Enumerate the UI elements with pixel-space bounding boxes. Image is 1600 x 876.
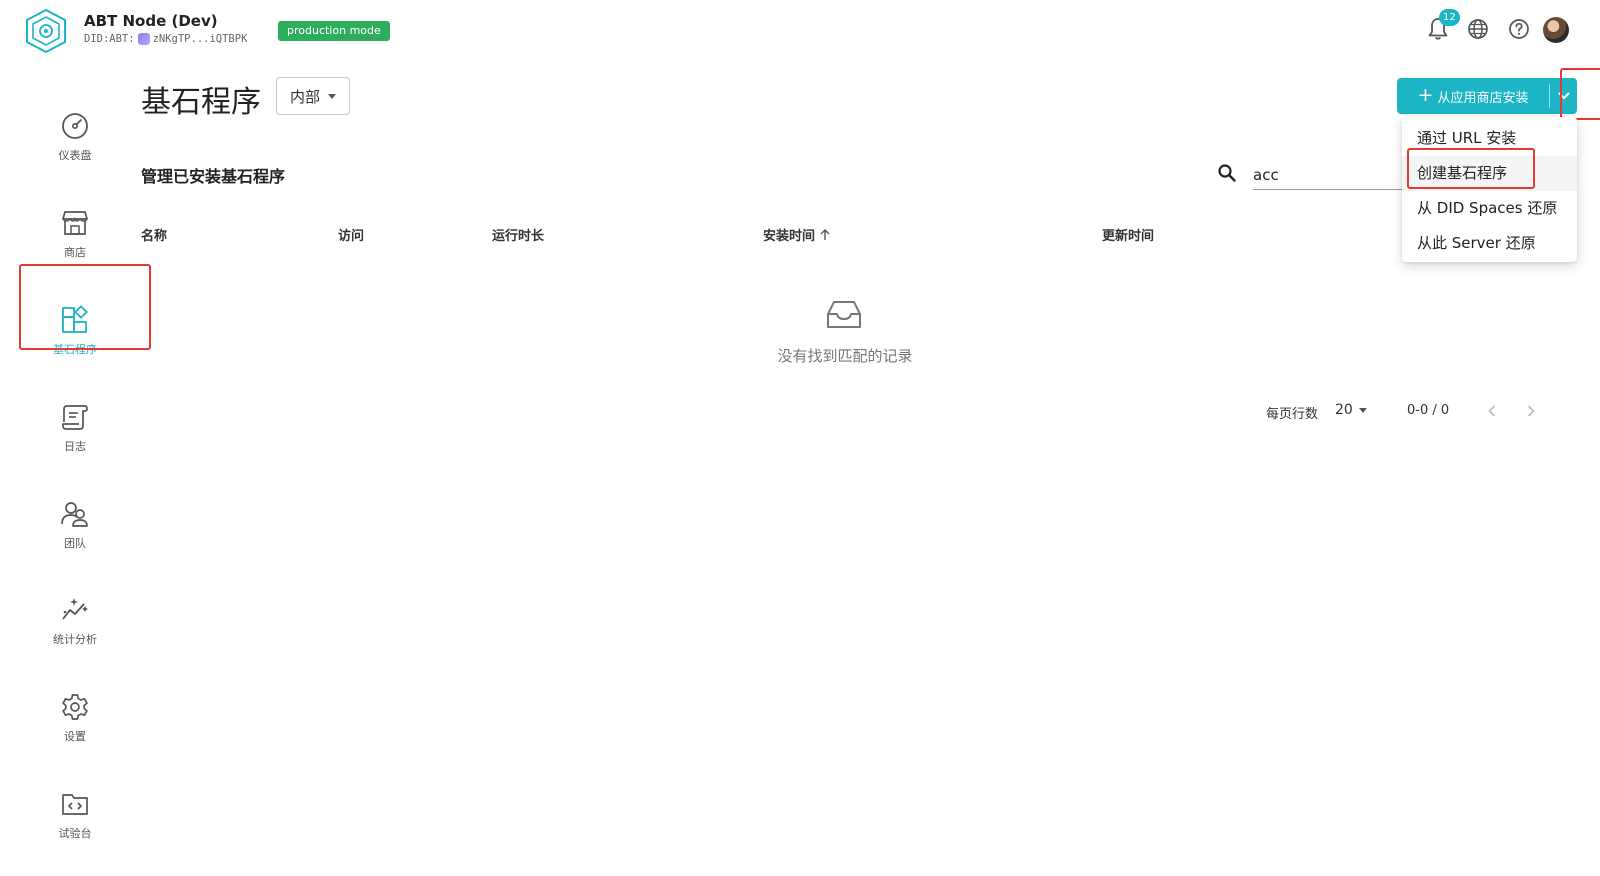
sidebar-item-label: 设置 [64,730,86,743]
menu-item-restore-from-did-spaces[interactable]: 从 DID Spaces 还原 [1402,191,1577,226]
analytics-sparkle-icon [62,598,88,620]
caret-down-icon [1358,407,1367,413]
did-avatar-icon [137,33,150,45]
pagination-range: 0-0 / 0 [1407,403,1450,418]
sidebar-item-label: 团队 [64,537,86,550]
column-header-name[interactable]: 名称 [141,225,167,244]
install-button-group: + 从应用商店安装 [1397,78,1577,114]
app-title: ABT Node (Dev) [84,12,218,30]
app-header: ABT Node (Dev) DID:ABT: zNKgTP...iQTBPK … [0,0,1600,64]
sidebar-item-label: 日志 [64,440,86,453]
sidebar-item-label: 仪表盘 [58,149,92,162]
section-title: 管理已安装基石程序 [141,167,286,186]
settings-gear-icon [62,694,88,720]
column-header-update-time[interactable]: 更新时间 [1102,225,1154,244]
rows-per-page-select[interactable]: 20 [1335,402,1367,418]
empty-state-text: 没有找到匹配的记录 [777,347,913,365]
sidebar-item-store[interactable]: 商店 [20,191,130,277]
help-icon [1509,19,1529,39]
sidebar-item-label: 基石程序 [53,343,97,356]
notification-count-badge: 12 [1439,9,1460,26]
sidebar-item-label: 试验台 [58,827,92,840]
language-button[interactable] [1465,16,1491,42]
abt-node-logo-icon [26,8,66,54]
search-icon [1218,164,1236,182]
sidebar-item-logs[interactable]: 日志 [20,385,130,471]
sidebar-item-blocklets[interactable]: 基石程序 [20,288,130,374]
menu-item-install-from-url[interactable]: 通过 URL 安装 [1402,121,1577,156]
sidebar-item-label: 统计分析 [53,633,97,646]
previous-page-button[interactable] [1481,400,1503,422]
notifications-button[interactable]: 12 [1425,9,1460,42]
node-did: DID:ABT: zNKgTP...iQTBPK [84,33,247,45]
rows-per-page-value: 20 [1335,402,1353,418]
install-from-store-button[interactable]: + 从应用商店安装 [1397,78,1549,114]
log-scroll-icon [62,405,88,430]
chevron-left-icon [1488,405,1496,417]
sidebar-item-playground[interactable]: 试验台 [20,772,130,858]
column-header-install-time[interactable]: 安装时间 [763,225,831,244]
team-users-icon [61,502,88,527]
sidebar: 仪表盘 商店 基石程序 日志 团队 统计分析 设置 试验台 [0,64,120,876]
user-avatar[interactable] [1543,17,1569,43]
sidebar-item-settings[interactable]: 设置 [20,675,130,761]
scope-select-value: 内部 [289,87,320,106]
blocklets-icon [62,305,88,333]
caret-down-icon [328,93,336,99]
help-button[interactable] [1506,16,1532,42]
sidebar-item-analytics[interactable]: 统计分析 [20,578,130,664]
column-header-uptime[interactable]: 运行时长 [492,225,544,244]
plus-icon: + [1417,83,1434,106]
rows-per-page-label: 每页行数 [1266,407,1319,422]
page-title: 基石程序 [141,85,261,120]
sidebar-item-dashboard[interactable]: 仪表盘 [20,94,130,180]
menu-item-create-blocklet[interactable]: 创建基石程序 [1402,156,1577,191]
sort-arrow-up-icon [820,229,830,240]
next-page-button[interactable] [1520,400,1542,422]
install-button-label: 从应用商店安装 [1437,90,1529,106]
did-prefix: DID:ABT: [84,33,135,45]
sidebar-item-label: 商店 [64,246,86,259]
playground-code-folder-icon [62,794,88,815]
store-icon [62,211,88,235]
globe-icon [1468,19,1488,39]
menu-item-restore-from-server[interactable]: 从此 Server 还原 [1402,226,1577,261]
sidebar-item-team[interactable]: 团队 [20,482,130,568]
dashboard-gauge-icon [62,113,88,139]
did-value: zNKgTP...iQTBPK [152,33,248,45]
scope-select[interactable]: 内部 [276,77,350,115]
install-menu-toggle[interactable] [1550,78,1577,114]
chevron-down-icon [1558,92,1569,100]
mode-badge: production mode [278,21,390,41]
install-options-menu: 通过 URL 安装 创建基石程序 从 DID Spaces 还原 从此 Serv… [1402,117,1577,262]
search-input[interactable] [1253,160,1405,190]
chevron-right-icon [1527,405,1535,417]
column-header-access[interactable]: 访问 [338,225,364,244]
empty-inbox-icon [827,301,861,328]
